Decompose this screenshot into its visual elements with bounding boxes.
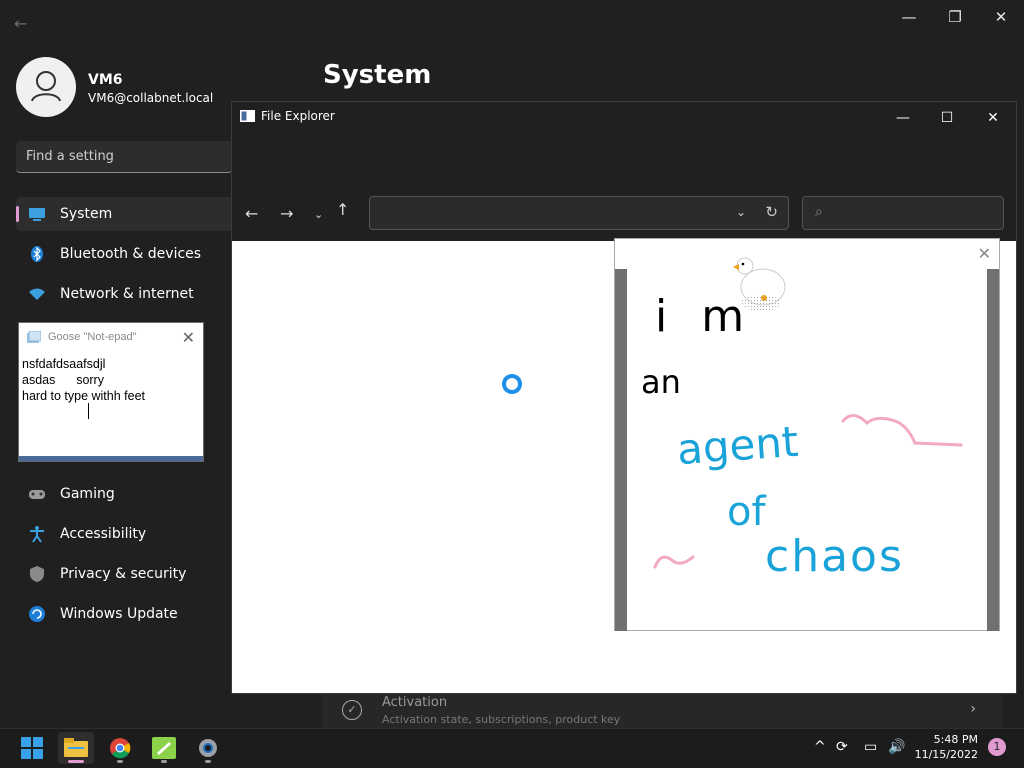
clock-date: 11/15/2022 xyxy=(914,748,978,761)
user-name: VM6 xyxy=(88,72,123,88)
loading-spinner-icon xyxy=(502,374,522,394)
volume-icon[interactable]: 🔊 xyxy=(888,739,905,755)
active-app-indicator xyxy=(68,760,84,763)
notepad-icon xyxy=(27,331,41,343)
checkmark-icon: ✓ xyxy=(342,700,362,720)
running-app-indicator xyxy=(205,760,211,763)
activation-subtitle: Activation state, subscriptions, product… xyxy=(382,713,621,726)
notepad-titlebar[interactable]: Goose "Not-epad" ✕ xyxy=(19,323,203,352)
clock-time: 5:48 PM xyxy=(933,733,978,746)
sidebar-item-label: Network & internet xyxy=(60,286,194,302)
network-icon[interactable]: ▭ xyxy=(864,739,877,755)
restore-button[interactable]: ❐ xyxy=(932,4,978,30)
sidebar-item-system[interactable]: System xyxy=(16,197,232,231)
sidebar-item-label: Bluetooth & devices xyxy=(60,246,202,262)
refresh-icon[interactable]: ↻ xyxy=(765,203,778,221)
back-icon[interactable]: ← xyxy=(245,204,258,223)
taskbar-chrome[interactable] xyxy=(102,732,138,764)
taskbar-file-explorer[interactable] xyxy=(58,732,94,764)
notepad-title: Goose "Not-epad" xyxy=(48,331,137,343)
drawing-text-an: an xyxy=(641,363,681,401)
drawing-text-chaos: chaos xyxy=(765,531,904,582)
explorer-titlebar: File Explorer xyxy=(240,109,335,123)
sidebar-item-label: Privacy & security xyxy=(60,566,187,582)
notepad-line: hard to type withh feet xyxy=(22,389,145,403)
notepad-line: nsfdafdsaafsdjl xyxy=(22,357,106,371)
sidebar-item-label: Gaming xyxy=(60,486,115,502)
taskbar-settings[interactable] xyxy=(190,732,226,764)
sidebar-item-label: System xyxy=(60,206,113,222)
bluetooth-icon xyxy=(27,244,47,264)
start-button[interactable] xyxy=(14,732,50,764)
running-app-indicator xyxy=(161,760,167,763)
drawing-text-im: i m xyxy=(655,291,755,342)
activation-row[interactable]: ✓ Activation Activation state, subscript… xyxy=(322,693,1002,728)
page-title: System xyxy=(323,60,432,90)
shield-icon xyxy=(27,564,47,584)
goose-drawing-window[interactable]: ✕ i m an agent of chaos xyxy=(614,238,1000,631)
find-setting-input[interactable]: Find a setting xyxy=(16,141,232,173)
sidebar-item-network[interactable]: Network & internet xyxy=(16,277,232,311)
notepad-icon xyxy=(152,737,176,759)
settings-icon xyxy=(199,739,217,757)
sidebar-item-gaming[interactable]: Gaming xyxy=(16,477,232,511)
wifi-icon xyxy=(27,284,47,304)
sidebar-item-accessibility[interactable]: Accessibility xyxy=(16,517,232,551)
minimize-button[interactable]: — xyxy=(886,4,932,30)
user-icon xyxy=(31,71,61,102)
running-app-indicator xyxy=(117,760,123,763)
chrome-icon xyxy=(110,738,131,759)
active-indicator xyxy=(16,206,19,222)
drawing-text-agent: agent xyxy=(675,416,800,475)
gamepad-icon xyxy=(27,484,47,504)
explorer-close-button[interactable]: ✕ xyxy=(970,106,1016,130)
notepad-text-area[interactable]: nsfdafdsaafsdjl asdas sorry hard to type… xyxy=(19,352,203,408)
search-input[interactable]: ⌕ xyxy=(802,196,1004,230)
drawing-text-of: of xyxy=(727,489,766,535)
file-explorer-icon xyxy=(240,110,255,122)
chevron-right-icon: › xyxy=(970,701,976,717)
text-caret xyxy=(88,403,89,419)
avatar[interactable] xyxy=(16,57,76,117)
sidebar-item-windows-update[interactable]: Windows Update xyxy=(16,597,232,631)
show-hidden-icons-chevron-up-icon[interactable]: ^ xyxy=(814,739,826,755)
explorer-maximize-button[interactable]: ☐ xyxy=(924,106,970,130)
accessibility-icon xyxy=(27,524,47,544)
sidebar-item-label: Accessibility xyxy=(60,526,147,542)
sidebar-item-label: Windows Update xyxy=(60,606,178,622)
update-icon xyxy=(27,604,47,624)
up-icon[interactable]: ↑ xyxy=(336,200,349,219)
forward-icon[interactable]: → xyxy=(280,204,293,223)
back-arrow-icon[interactable]: ← xyxy=(14,14,34,34)
close-button[interactable]: ✕ xyxy=(978,4,1024,30)
sidebar-item-bluetooth[interactable]: Bluetooth & devices xyxy=(16,237,232,271)
chevron-down-icon[interactable]: ⌄ xyxy=(736,205,746,219)
user-email: VM6@collabnet.local xyxy=(88,91,214,105)
taskbar-notepad[interactable] xyxy=(146,732,182,764)
goose-notepad-window[interactable]: Goose "Not-epad" ✕ nsfdafdsaafsdjl asdas… xyxy=(18,322,204,462)
file-explorer-icon xyxy=(64,738,88,757)
close-icon[interactable]: ✕ xyxy=(182,328,195,347)
notepad-status-bar xyxy=(19,456,203,461)
recent-chevron-down-icon[interactable]: ⌄ xyxy=(314,208,323,221)
explorer-title: File Explorer xyxy=(261,109,335,123)
start-icon xyxy=(21,737,43,759)
search-icon: ⌕ xyxy=(815,204,823,220)
address-bar[interactable]: ⌄ ↻ xyxy=(369,196,789,230)
clock[interactable]: 5:48 PM 11/15/2022 xyxy=(915,732,978,762)
sync-icon[interactable]: ⟳ xyxy=(836,739,848,755)
monitor-icon xyxy=(27,204,47,224)
taskbar: ^ ⟳ ▭ 🔊 5:48 PM 11/15/2022 1 xyxy=(0,728,1024,768)
explorer-minimize-button[interactable]: — xyxy=(880,106,926,130)
notepad-line: asdas sorry xyxy=(22,373,104,387)
activation-title: Activation xyxy=(382,695,448,710)
notification-badge[interactable]: 1 xyxy=(988,738,1006,756)
sidebar-item-privacy[interactable]: Privacy & security xyxy=(16,557,232,591)
